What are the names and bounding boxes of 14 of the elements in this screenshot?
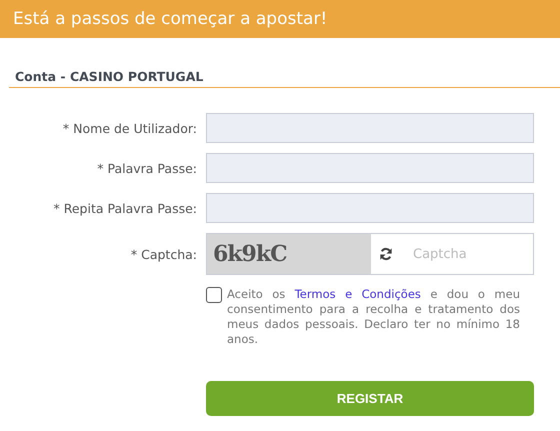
input-field[interactable] bbox=[206, 153, 534, 183]
field-label: * Repita Palavra Passe: bbox=[54, 200, 197, 216]
section-title: Conta - CASINO PORTUGAL bbox=[15, 69, 204, 84]
input-field[interactable] bbox=[206, 193, 534, 223]
refresh-icon[interactable] bbox=[379, 247, 393, 261]
input-field[interactable] bbox=[206, 113, 534, 143]
field-label: * Nome de Utilizador: bbox=[62, 120, 197, 136]
captcha-image: 6k9kC bbox=[207, 234, 371, 274]
terms-link[interactable]: Termos e Condições bbox=[294, 287, 421, 301]
field-label: * Palavra Passe: bbox=[97, 160, 197, 176]
terms-checkbox[interactable] bbox=[206, 287, 222, 303]
terms-text: Aceito os Termos e Condições e dou o meu consentimento para a recolha e tratamento dos meus dados pessoais. Declaro ter no mínimo 18 anos. bbox=[227, 287, 520, 347]
page-title: Está a passos de começar a apostar! bbox=[13, 9, 328, 29]
field-label: * Captcha: bbox=[130, 246, 197, 262]
